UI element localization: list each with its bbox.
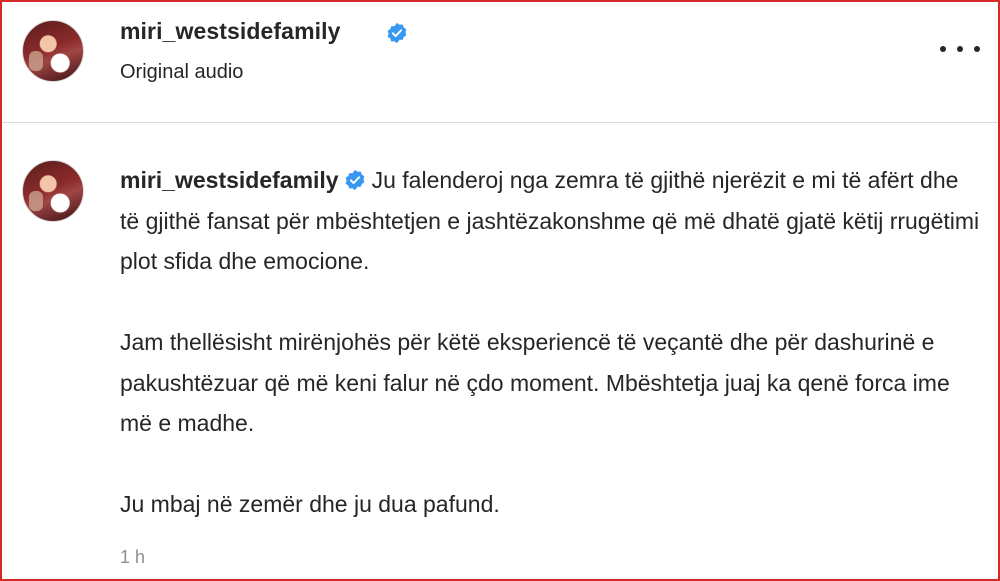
caption-paragraph-2: Jam thellësisht mirënjohës për këtë eksp… (120, 329, 950, 436)
post-panel: miri_westsidefamily Original audio miri_… (0, 0, 1000, 581)
caption-avatar[interactable] (22, 160, 84, 222)
caption-paragraph-3: Ju mbaj në zemër dhe ju dua pafund. (120, 491, 500, 517)
post-timestamp[interactable]: 1 h (120, 547, 145, 568)
more-options-icon[interactable] (940, 39, 980, 59)
audio-label[interactable]: Original audio (120, 61, 243, 84)
post-caption: miri_westsidefamily Ju falenderoj nga zem… (120, 160, 980, 525)
verified-badge-icon (387, 22, 407, 44)
dot (957, 46, 963, 52)
dot (974, 46, 980, 52)
header-username[interactable]: miri_westsidefamily (120, 18, 341, 45)
profile-avatar[interactable] (22, 20, 84, 82)
header-divider (2, 122, 998, 123)
caption-paragraph-1: miri_westsidefamily Ju falenderoj nga zem… (120, 160, 980, 282)
dot (940, 46, 946, 52)
verified-badge-icon (345, 169, 364, 191)
post-header: miri_westsidefamily Original audio (2, 2, 998, 117)
caption-username[interactable]: miri_westsidefamily (120, 167, 339, 193)
